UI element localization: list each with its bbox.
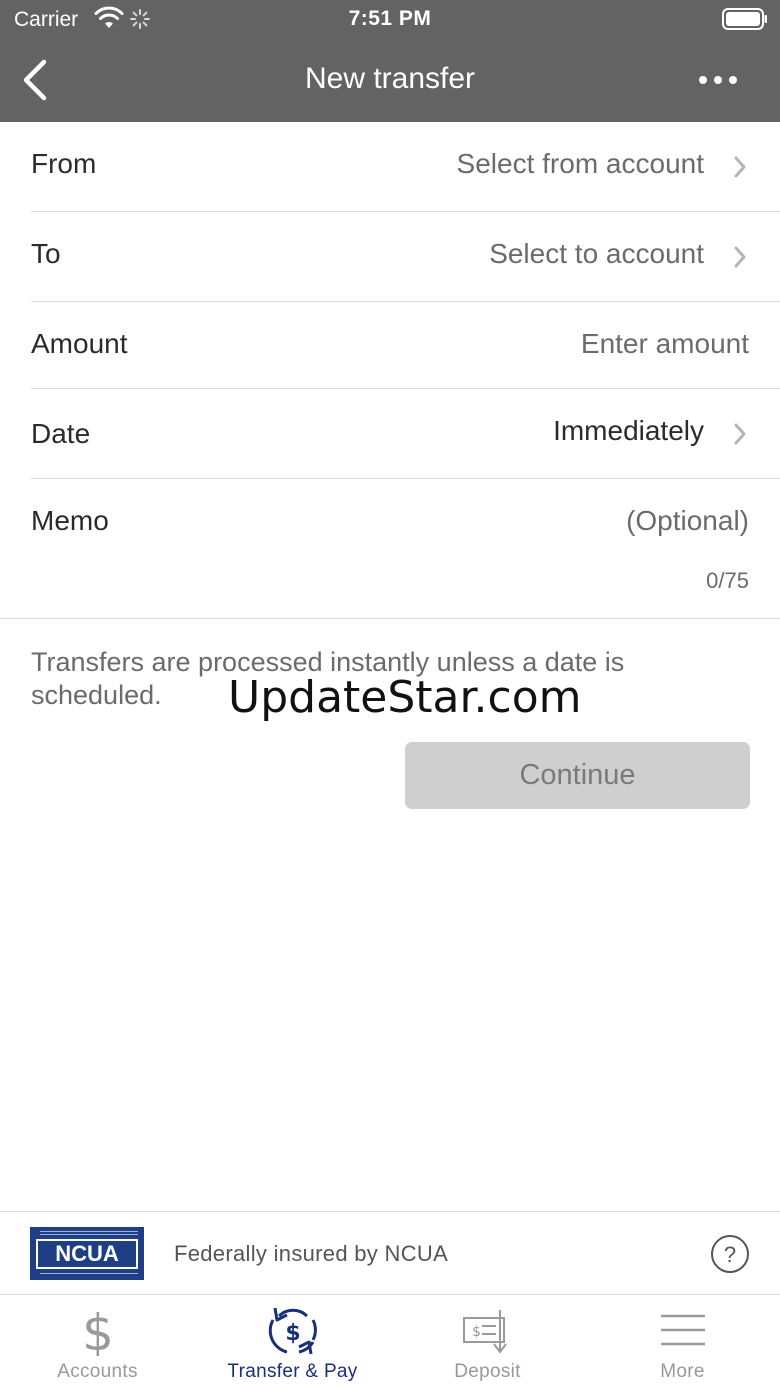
date-label: Date (31, 418, 91, 449)
tab-bar: $ Accounts $ Transfer & Pay $ Deposit Mo… (0, 1296, 780, 1387)
ncua-logo-text: NCUA (55, 1241, 119, 1266)
tab-label: Deposit (454, 1361, 521, 1382)
svg-text:?: ? (724, 1242, 736, 1267)
to-account-row[interactable]: To Select to account (31, 212, 780, 302)
navigation-bar: New transfer (0, 40, 780, 122)
ncua-insured-text: Federally insured by NCUA (174, 1241, 449, 1266)
check-deposit-icon: $ (390, 1306, 585, 1356)
amount-label: Amount (31, 328, 128, 359)
tab-label: Accounts (57, 1361, 138, 1382)
tab-transfer-pay[interactable]: $ Transfer & Pay (195, 1296, 390, 1387)
chevron-right-icon (733, 422, 747, 446)
watermark: UpdateStar.com (228, 672, 582, 723)
from-account-value: Select from account (456, 148, 704, 179)
page-title: New transfer (304, 62, 476, 95)
more-options-icon[interactable] (696, 70, 740, 90)
transfer-form: From Select from account To Select to ac… (0, 122, 780, 619)
ncua-insurance-bar: NCUA Federally insured by NCUA ? (0, 1211, 780, 1295)
memo-label: Memo (31, 505, 109, 536)
help-question-icon[interactable]: ? (710, 1234, 750, 1274)
clock: 7:51 PM (348, 7, 432, 30)
status-bar: Carrier 7:51 PM (0, 0, 780, 40)
amount-row[interactable]: Amount Enter amount (31, 302, 780, 389)
tab-label: Transfer & Pay (227, 1361, 358, 1382)
ncua-logo: NCUA (30, 1227, 144, 1280)
memo-row[interactable]: Memo (Optional) 0/75 (0, 479, 780, 619)
memo-character-counter: 0/75 (706, 568, 749, 593)
date-row[interactable]: Date Immediately (31, 389, 780, 479)
tab-accounts[interactable]: $ Accounts (0, 1296, 195, 1387)
svg-text:$: $ (472, 1324, 481, 1340)
tab-deposit[interactable]: $ Deposit (390, 1296, 585, 1387)
to-account-value: Select to account (489, 238, 704, 269)
svg-text:$: $ (285, 1321, 300, 1346)
from-label: From (31, 148, 97, 179)
from-account-row[interactable]: From Select from account (31, 122, 780, 212)
chevron-right-icon (733, 155, 747, 179)
continue-button[interactable]: Continue (405, 742, 750, 809)
to-label: To (31, 238, 61, 269)
transfer-icon: $ (195, 1306, 390, 1356)
tab-label: More (660, 1361, 705, 1382)
menu-icon (585, 1306, 780, 1356)
chevron-right-icon (733, 245, 747, 269)
memo-input[interactable]: (Optional) (626, 505, 749, 537)
tab-more[interactable]: More (585, 1296, 780, 1387)
svg-text:$: $ (82, 1306, 114, 1356)
dollar-icon: $ (0, 1306, 195, 1356)
date-value: Immediately (553, 415, 704, 446)
amount-input[interactable]: Enter amount (581, 328, 749, 360)
battery-icon (722, 8, 768, 35)
